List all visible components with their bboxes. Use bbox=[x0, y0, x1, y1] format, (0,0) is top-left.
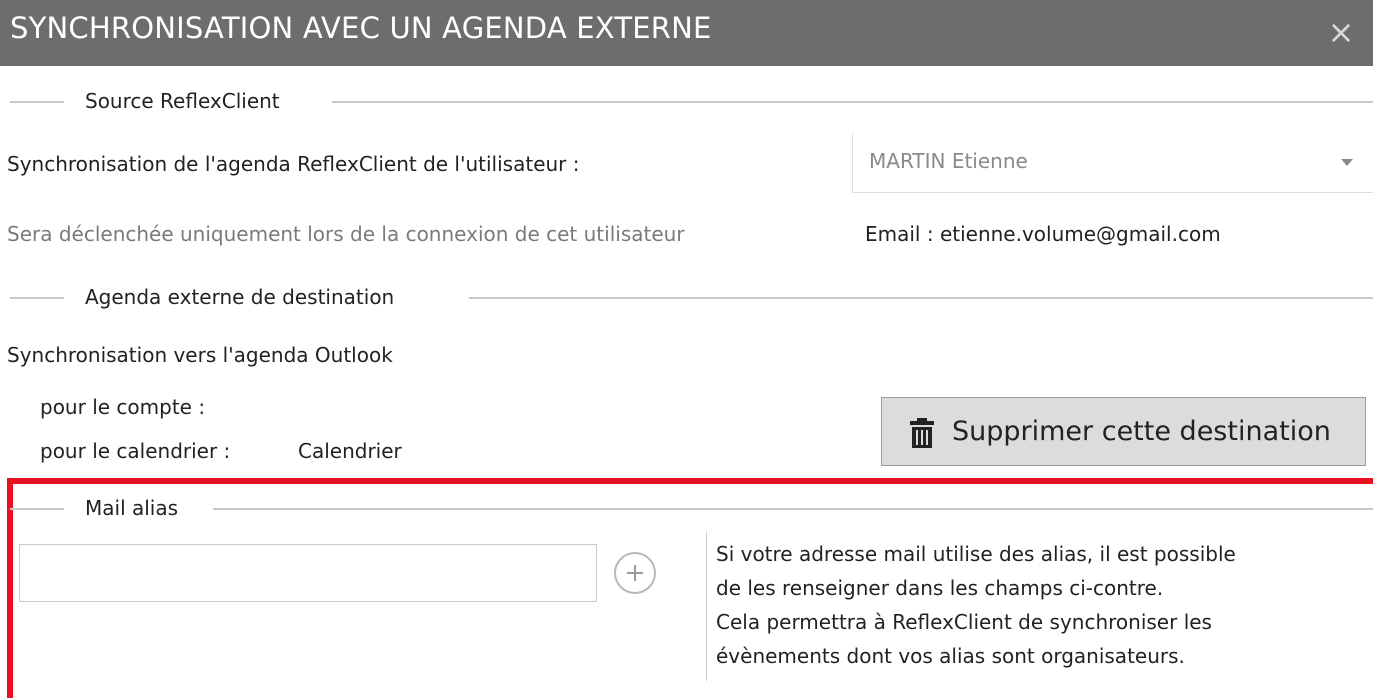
plus-circle-icon-stroke bbox=[634, 565, 636, 581]
account-label: pour le compte : bbox=[40, 395, 206, 419]
user-email: Email : etienne.volume@gmail.com bbox=[865, 222, 1221, 246]
help-line: de les renseigner dans les champs ci-con… bbox=[716, 576, 1164, 600]
calendar-label: pour le calendrier : bbox=[40, 439, 231, 463]
divider bbox=[213, 508, 1373, 510]
divider bbox=[469, 297, 1373, 299]
sync-target-label: Synchronisation vers l'agenda Outlook bbox=[7, 343, 393, 367]
trash-icon bbox=[910, 418, 934, 448]
chevron-down-icon bbox=[1341, 159, 1353, 166]
section-title-alias: Mail alias bbox=[85, 496, 179, 520]
divider bbox=[10, 508, 64, 510]
divider bbox=[10, 101, 64, 103]
delete-destination-button[interactable]: Supprimer cette destination bbox=[881, 397, 1366, 466]
section-header-alias: Mail alias bbox=[10, 493, 1373, 523]
user-label: Synchronisation de l'agenda ReflexClient… bbox=[7, 152, 580, 176]
help-line: Cela permettra à ReflexClient de synchro… bbox=[716, 610, 1212, 634]
section-header-destination: Agenda externe de destination bbox=[10, 282, 1373, 312]
sync-trigger-note: Sera déclenchée uniquement lors de la co… bbox=[7, 222, 685, 246]
alias-help-text: Si votre adresse mail utilise des alias,… bbox=[716, 537, 1236, 673]
user-select[interactable]: MARTIN Etienne bbox=[852, 133, 1373, 193]
section-title-destination: Agenda externe de destination bbox=[85, 285, 395, 309]
title-bar: SYNCHRONISATION AVEC UN AGENDA EXTERNE × bbox=[0, 0, 1373, 66]
section-title-source: Source ReflexClient bbox=[85, 89, 280, 113]
divider bbox=[10, 297, 64, 299]
window-title: SYNCHRONISATION AVEC UN AGENDA EXTERNE bbox=[10, 11, 712, 45]
close-icon[interactable]: × bbox=[1325, 14, 1357, 50]
add-alias-button[interactable] bbox=[614, 552, 656, 594]
delete-destination-label: Supprimer cette destination bbox=[952, 416, 1331, 447]
calendar-value: Calendrier bbox=[298, 439, 402, 463]
vertical-divider bbox=[706, 532, 707, 681]
user-select-value: MARTIN Etienne bbox=[869, 149, 1028, 173]
section-header-source: Source ReflexClient bbox=[10, 86, 1373, 116]
alias-input[interactable] bbox=[19, 544, 597, 602]
help-line: Si votre adresse mail utilise des alias,… bbox=[716, 542, 1236, 566]
divider bbox=[332, 101, 1373, 103]
help-line: évènements dont vos alias sont organisat… bbox=[716, 644, 1185, 668]
